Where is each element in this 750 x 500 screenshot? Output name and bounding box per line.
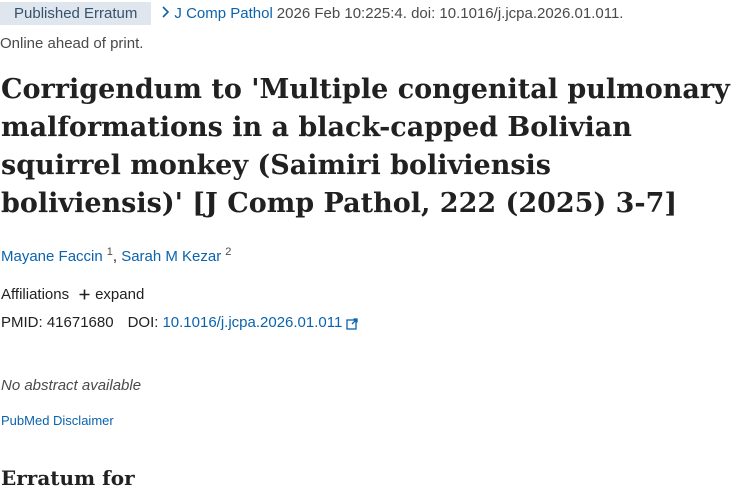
no-abstract-notice: No abstract available [1,377,142,394]
affiliations-label: Affiliations [1,286,70,303]
ahead-of-print-notice: Online ahead of print. [0,35,144,52]
author-list: Mayane Faccin 1, Sarah M Kezar 2 [1,246,231,265]
doi-link[interactable]: 10.1016/j.jcpa.2026.01.011 [162,314,342,331]
identifiers-row: PMID: 41671680 DOI: 10.1016/j.jcpa.2026.… [1,314,358,331]
journal-link[interactable]: J Comp Pathol [174,5,272,22]
author-link[interactable]: Sarah M Kezar [121,248,221,265]
pubmed-disclaimer-link[interactable]: PubMed Disclaimer [1,413,114,428]
citation-details: 2026 Feb 10:225:4. doi: 10.1016/j.jcpa.2… [276,5,624,22]
affiliations-row: Affiliations expand [1,286,144,303]
plus-icon [79,287,90,302]
erratum-for-heading: Erratum for [1,466,135,490]
published-erratum-badge[interactable]: Published Erratum [0,2,152,25]
expand-affiliations-button[interactable]: expand [69,286,144,303]
pmid-label: PMID: [1,314,43,331]
author-link[interactable]: Mayane Faccin [1,248,103,265]
affiliation-number[interactable]: 2 [225,246,231,258]
doi-label: DOI: [127,314,159,331]
pmid-value: 41671680 [46,314,114,331]
citation-bar: Published Erratum J Comp Pathol 2026 Feb… [0,2,623,25]
author-separator: , [112,248,122,265]
external-link-icon [346,317,358,330]
article-title: Corrigendum to 'Multiple congenital pulm… [1,74,730,219]
chevron-right-icon [161,5,170,22]
expand-label: expand [95,286,145,303]
